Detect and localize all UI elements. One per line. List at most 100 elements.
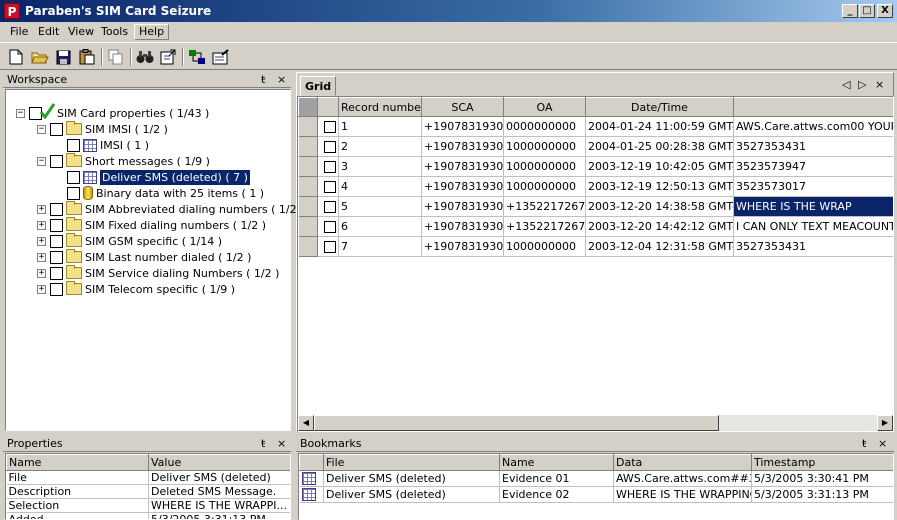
tree-node[interactable]: + SIM Fixed dialing numbers ( 1/2 ) bbox=[37, 217, 266, 233]
bookmark-cell[interactable]: 5/3/2005 3:30:41 PM bbox=[751, 470, 893, 487]
table-cell[interactable]: I CAN ONLY TEXT MEACOUNT IS bbox=[733, 216, 893, 237]
paste-icon[interactable] bbox=[77, 47, 97, 67]
horizontal-scrollbar[interactable]: ◀ ▶ bbox=[298, 415, 893, 431]
menu-edit[interactable]: Edit bbox=[34, 24, 63, 40]
bookmark-cell[interactable]: Evidence 01 bbox=[499, 470, 614, 487]
minimize-button[interactable]: _ bbox=[842, 4, 858, 18]
table-cell[interactable]: +19078319302 bbox=[421, 116, 504, 137]
row-checkbox[interactable] bbox=[324, 201, 336, 213]
table-cell[interactable]: 3523573017 bbox=[733, 176, 893, 197]
nav-prev-icon[interactable]: ◁ bbox=[842, 78, 850, 91]
bookmarks-column-timestamp[interactable]: Timestamp bbox=[751, 454, 893, 471]
binoculars-icon[interactable] bbox=[135, 47, 155, 67]
tree-node[interactable]: + SIM GSM specific ( 1/14 ) bbox=[37, 233, 222, 249]
table-cell[interactable]: +19078319302 bbox=[421, 176, 504, 197]
grid-close-icon[interactable]: × bbox=[875, 78, 884, 91]
table-row[interactable]: 2 +19078319302 1000000000 2004-01-25 00:28:… bbox=[298, 136, 893, 157]
table-cell[interactable]: +19078319302 bbox=[421, 236, 504, 257]
row-checkbox[interactable] bbox=[324, 161, 336, 173]
row-header[interactable] bbox=[298, 156, 318, 177]
property-row[interactable]: Selection WHERE IS THE WRAPPI... bbox=[6, 498, 290, 513]
open-folder-icon[interactable] bbox=[30, 47, 50, 67]
tree-node-label[interactable]: IMSI ( 1 ) bbox=[100, 138, 149, 153]
properties-pin-icon[interactable]: ŧ bbox=[261, 437, 265, 450]
table-cell[interactable]: +19078319302 bbox=[421, 136, 504, 157]
table-row[interactable]: 4 +19078319302 1000000000 2003-12-19 12:50:… bbox=[298, 176, 893, 197]
menu-help[interactable]: Help bbox=[134, 24, 170, 40]
collapse-icon[interactable]: − bbox=[16, 108, 25, 118]
table-cell[interactable]: +19078319302 bbox=[421, 196, 504, 217]
row-checkbox[interactable] bbox=[324, 221, 336, 233]
table-cell[interactable]: +19078319302 bbox=[421, 216, 504, 237]
bookmark-cell[interactable]: Deliver SMS (deleted) bbox=[323, 486, 500, 503]
tree-checkbox[interactable] bbox=[50, 234, 63, 248]
row-header[interactable] bbox=[298, 236, 318, 257]
tree-node[interactable]: Binary data with 25 items ( 1 ) bbox=[67, 185, 264, 201]
nav-next-icon[interactable]: ▷ bbox=[858, 78, 866, 91]
tree-checkbox[interactable] bbox=[50, 154, 63, 168]
scroll-left-button[interactable]: ◀ bbox=[298, 415, 314, 431]
table-cell[interactable]: 1 bbox=[338, 116, 422, 137]
scroll-right-button[interactable]: ▶ bbox=[877, 415, 893, 431]
tree-node-label[interactable]: SIM GSM specific ( 1/14 ) bbox=[85, 234, 222, 249]
tree-node[interactable]: − SIM IMSI ( 1/2 ) bbox=[37, 121, 168, 137]
expand-icon[interactable]: + bbox=[37, 236, 46, 246]
collapse-icon[interactable]: − bbox=[37, 124, 46, 134]
table-cell[interactable]: 3527353431 bbox=[733, 236, 893, 257]
tree-node[interactable]: − Short messages ( 1/9 ) bbox=[37, 153, 210, 169]
table-cell[interactable]: 1000000000 bbox=[503, 176, 586, 197]
row-header[interactable] bbox=[298, 136, 318, 157]
row-header[interactable] bbox=[298, 176, 318, 197]
table-cell[interactable]: 4 bbox=[338, 176, 422, 197]
table-cell[interactable]: 2003-12-20 14:42:12 GMT-5 bbox=[585, 216, 734, 237]
tree-node[interactable]: − SIM Card properties ( 1/43 ) bbox=[16, 103, 209, 121]
app-icon[interactable]: P bbox=[4, 3, 20, 19]
row-header[interactable] bbox=[298, 196, 318, 217]
tree-node[interactable]: IMSI ( 1 ) bbox=[67, 137, 149, 153]
tree-node-label[interactable]: SIM Telecom specific ( 1/9 ) bbox=[85, 282, 235, 297]
table-cell[interactable]: 2003-12-19 12:50:13 GMT-5 bbox=[585, 176, 734, 197]
tree-node[interactable]: + SIM Abbreviated dialing numbers ( 1/2 ) bbox=[37, 201, 304, 217]
table-cell[interactable]: 0000000000 bbox=[503, 116, 586, 137]
bookmarks-close-icon[interactable]: × bbox=[878, 437, 887, 450]
table-cell[interactable]: 5 bbox=[338, 196, 422, 217]
expand-icon[interactable]: + bbox=[37, 268, 46, 278]
title-bar[interactable]: P Paraben's SIM Card Seizure _ □ X bbox=[0, 0, 897, 22]
tree-checkbox[interactable] bbox=[50, 202, 63, 216]
table-cell[interactable]: 2003-12-19 10:42:05 GMT-5 bbox=[585, 156, 734, 177]
table-cell[interactable]: 2003-12-04 12:31:58 GMT-5 bbox=[585, 236, 734, 257]
table-cell[interactable]: 7 bbox=[338, 236, 422, 257]
tree-node[interactable]: + SIM Last number dialed ( 1/2 ) bbox=[37, 249, 251, 265]
table-row[interactable]: 7 +19078319302 1000000000 2003-12-04 12:31:… bbox=[298, 236, 893, 257]
property-row[interactable]: Added 5/3/2005 3:31:13 PM bbox=[6, 512, 290, 519]
tree-node-label[interactable]: SIM IMSI ( 1/2 ) bbox=[85, 122, 168, 137]
table-cell[interactable]: 6 bbox=[338, 216, 422, 237]
tree-node[interactable]: + SIM Telecom specific ( 1/9 ) bbox=[37, 281, 235, 297]
report-icon[interactable] bbox=[211, 47, 231, 67]
tree-node-label[interactable]: SIM Card properties ( 1/43 ) bbox=[57, 106, 209, 121]
tree-node-label[interactable]: Deliver SMS (deleted) ( 7 ) bbox=[99, 168, 251, 186]
workspace-close-icon[interactable]: × bbox=[277, 73, 286, 86]
acquire-icon[interactable] bbox=[187, 47, 207, 67]
tree-node-label[interactable]: Short messages ( 1/9 ) bbox=[85, 154, 210, 169]
table-cell[interactable]: 1000000000 bbox=[503, 136, 586, 157]
column-header-datetime[interactable]: Date/Time bbox=[585, 97, 734, 117]
tree-node-label[interactable]: SIM Abbreviated dialing numbers ( 1/2 ) bbox=[85, 202, 304, 217]
table-cell[interactable]: 3527353431 bbox=[733, 136, 893, 157]
tree-node[interactable]: Deliver SMS (deleted) ( 7 ) bbox=[67, 168, 251, 186]
tree-checkbox[interactable] bbox=[67, 138, 80, 152]
bookmarks-column-name[interactable]: Name bbox=[499, 454, 614, 471]
tree-node-label[interactable]: SIM Service dialing Numbers ( 1/2 ) bbox=[85, 266, 279, 281]
tree-checkbox[interactable] bbox=[67, 186, 80, 200]
bookmark-row[interactable]: Deliver SMS (deleted) Evidence 02 WHERE IS… bbox=[299, 486, 893, 503]
expand-icon[interactable]: + bbox=[37, 284, 46, 294]
bookmark-cell[interactable]: 5/3/2005 3:31:13 PM bbox=[751, 486, 893, 503]
table-cell[interactable]: +19078319302 bbox=[421, 156, 504, 177]
expand-icon[interactable]: + bbox=[37, 204, 46, 214]
bookmarks-column-file[interactable]: File bbox=[323, 454, 500, 471]
scrollbar-thumb[interactable] bbox=[314, 415, 719, 431]
menu-view[interactable]: View bbox=[64, 24, 98, 40]
tree-checkbox[interactable] bbox=[50, 122, 63, 136]
tree-node-label[interactable]: SIM Fixed dialing numbers ( 1/2 ) bbox=[85, 218, 266, 233]
tree-node-label[interactable]: Binary data with 25 items ( 1 ) bbox=[96, 186, 264, 201]
